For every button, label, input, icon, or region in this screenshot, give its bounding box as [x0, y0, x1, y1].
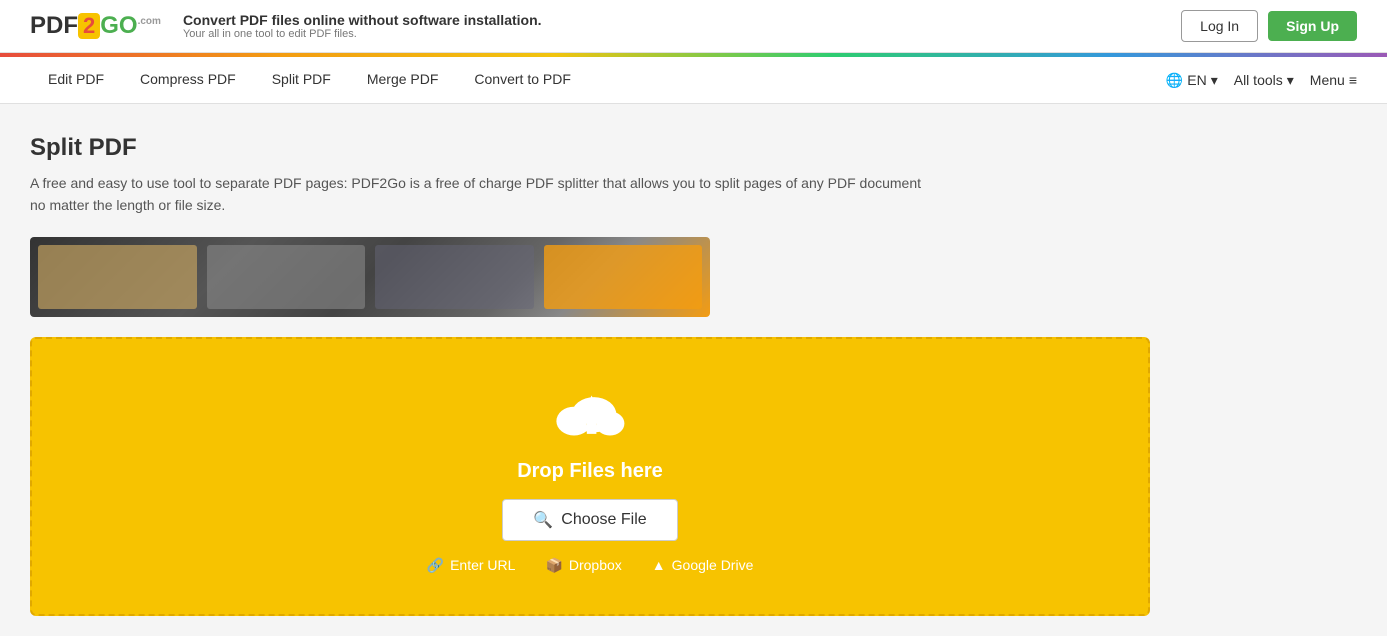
enter-url-label: Enter URL — [450, 557, 515, 573]
banner-block-1 — [38, 245, 197, 309]
dropbox-label: Dropbox — [569, 557, 622, 573]
nav-split-pdf[interactable]: Split PDF — [254, 57, 349, 103]
banner-block-2 — [207, 245, 366, 309]
banner-image — [30, 237, 710, 317]
page-title: Split PDF — [30, 134, 1357, 162]
logo-go-text: GO — [100, 12, 137, 40]
header-buttons: Log In Sign Up — [1181, 10, 1357, 42]
drop-files-text: Drop Files here — [517, 460, 663, 483]
chevron-down-icon: ▾ — [1211, 72, 1218, 89]
search-icon: 🔍 — [533, 510, 553, 530]
choose-file-button[interactable]: 🔍 Choose File — [502, 499, 677, 541]
login-button[interactable]: Log In — [1181, 10, 1258, 42]
logo-area: PDF 2 GO .com Convert PDF files online w… — [30, 12, 542, 40]
upload-area[interactable]: Drop Files here 🔍 Choose File 🔗 Enter UR… — [30, 337, 1150, 616]
banner-block-4 — [544, 245, 703, 309]
logo-two: 2 — [83, 13, 95, 38]
all-tools-button[interactable]: All tools ▾ — [1234, 72, 1294, 89]
tagline: Convert PDF files online without softwar… — [183, 12, 542, 40]
logo-pdf-text: PDF — [30, 12, 78, 40]
logo-box: 2 — [78, 13, 100, 39]
google-drive-link[interactable]: ▲ Google Drive — [652, 557, 754, 573]
cloud-upload-icon — [550, 379, 630, 444]
globe-icon: 🌐 — [1166, 72, 1183, 89]
nav-merge-pdf[interactable]: Merge PDF — [349, 57, 457, 103]
hamburger-icon: ≡ — [1349, 72, 1357, 88]
main-content: Split PDF A free and easy to use tool to… — [0, 104, 1387, 636]
header: PDF 2 GO .com Convert PDF files online w… — [0, 0, 1387, 53]
all-tools-chevron-icon: ▾ — [1287, 72, 1294, 89]
main-nav: Edit PDF Compress PDF Split PDF Merge PD… — [0, 57, 1387, 104]
dropbox-icon: 📦 — [545, 557, 562, 574]
nav-links: Edit PDF Compress PDF Split PDF Merge PD… — [30, 57, 589, 103]
all-tools-label: All tools — [1234, 72, 1283, 88]
link-icon: 🔗 — [427, 557, 444, 574]
language-selector[interactable]: 🌐 EN ▾ — [1166, 72, 1218, 89]
menu-button[interactable]: Menu ≡ — [1310, 72, 1357, 88]
nav-edit-pdf[interactable]: Edit PDF — [30, 57, 122, 103]
choose-file-label: Choose File — [561, 511, 646, 529]
upload-links: 🔗 Enter URL 📦 Dropbox ▲ Google Drive — [427, 557, 754, 574]
page-description: A free and easy to use tool to separate … — [30, 172, 930, 217]
nav-convert-pdf[interactable]: Convert to PDF — [456, 57, 588, 103]
language-label: EN — [1187, 72, 1206, 88]
drive-icon: ▲ — [652, 557, 666, 573]
logo: PDF 2 GO .com — [30, 12, 161, 40]
dropbox-link[interactable]: 📦 Dropbox — [545, 557, 621, 574]
signup-button[interactable]: Sign Up — [1268, 11, 1357, 41]
banner-block-3 — [375, 245, 534, 309]
nav-compress-pdf[interactable]: Compress PDF — [122, 57, 254, 103]
logo-com-text: .com — [138, 16, 161, 27]
google-drive-label: Google Drive — [672, 557, 754, 573]
tagline-sub: Your all in one tool to edit PDF files. — [183, 28, 542, 40]
enter-url-link[interactable]: 🔗 Enter URL — [427, 557, 516, 574]
nav-right: 🌐 EN ▾ All tools ▾ Menu ≡ — [1166, 72, 1357, 89]
menu-label: Menu — [1310, 72, 1345, 88]
tagline-main: Convert PDF files online without softwar… — [183, 12, 542, 28]
banner-inner — [30, 237, 710, 317]
